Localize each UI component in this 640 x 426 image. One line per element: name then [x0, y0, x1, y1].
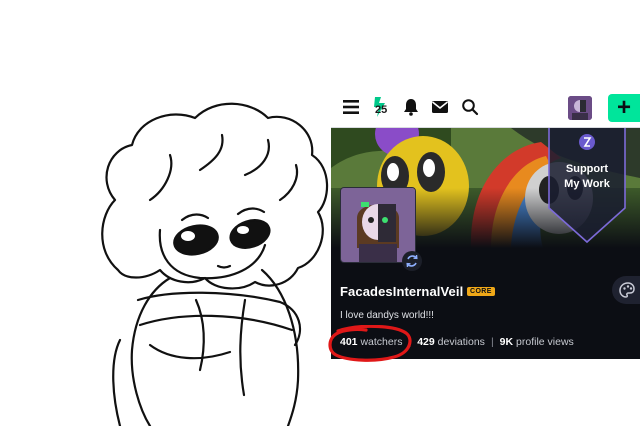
profile-bio: I love dandys world!!! — [340, 310, 434, 321]
user-avatar-small[interactable] — [568, 96, 592, 120]
deviations-stat[interactable]: 429 deviations — [417, 336, 485, 348]
profile-username: FacadesInternalVeil — [340, 284, 464, 299]
deviations-label: deviations — [437, 336, 485, 348]
deviations-count: 429 — [417, 336, 435, 348]
red-annotation-circle — [328, 325, 412, 362]
palette-icon[interactable] — [612, 276, 640, 304]
deviantart-profile-screenshot: 25 + Support My Work FacadesInternalVeil… — [331, 88, 640, 359]
stat-separator: | — [490, 336, 494, 348]
bell-icon[interactable] — [399, 95, 423, 119]
profile-views-label: profile views — [516, 336, 574, 348]
support-line-2: My Work — [564, 178, 610, 190]
sync-icon[interactable] — [402, 251, 422, 271]
top-navigation-bar: 25 + — [331, 88, 640, 128]
search-icon[interactable] — [458, 95, 482, 119]
hamburger-menu-icon[interactable] — [339, 95, 363, 119]
profile-views-stat: 9K profile views — [500, 336, 574, 348]
mail-icon[interactable] — [428, 95, 452, 119]
support-my-work-label[interactable]: Support My Work — [547, 162, 627, 192]
support-line-1: Support — [565, 163, 609, 175]
anniversary-badge-text: 25 — [375, 104, 388, 116]
core-badge: CORE — [467, 287, 495, 296]
create-button[interactable]: + — [608, 94, 640, 122]
profile-views-count: 9K — [499, 336, 514, 348]
